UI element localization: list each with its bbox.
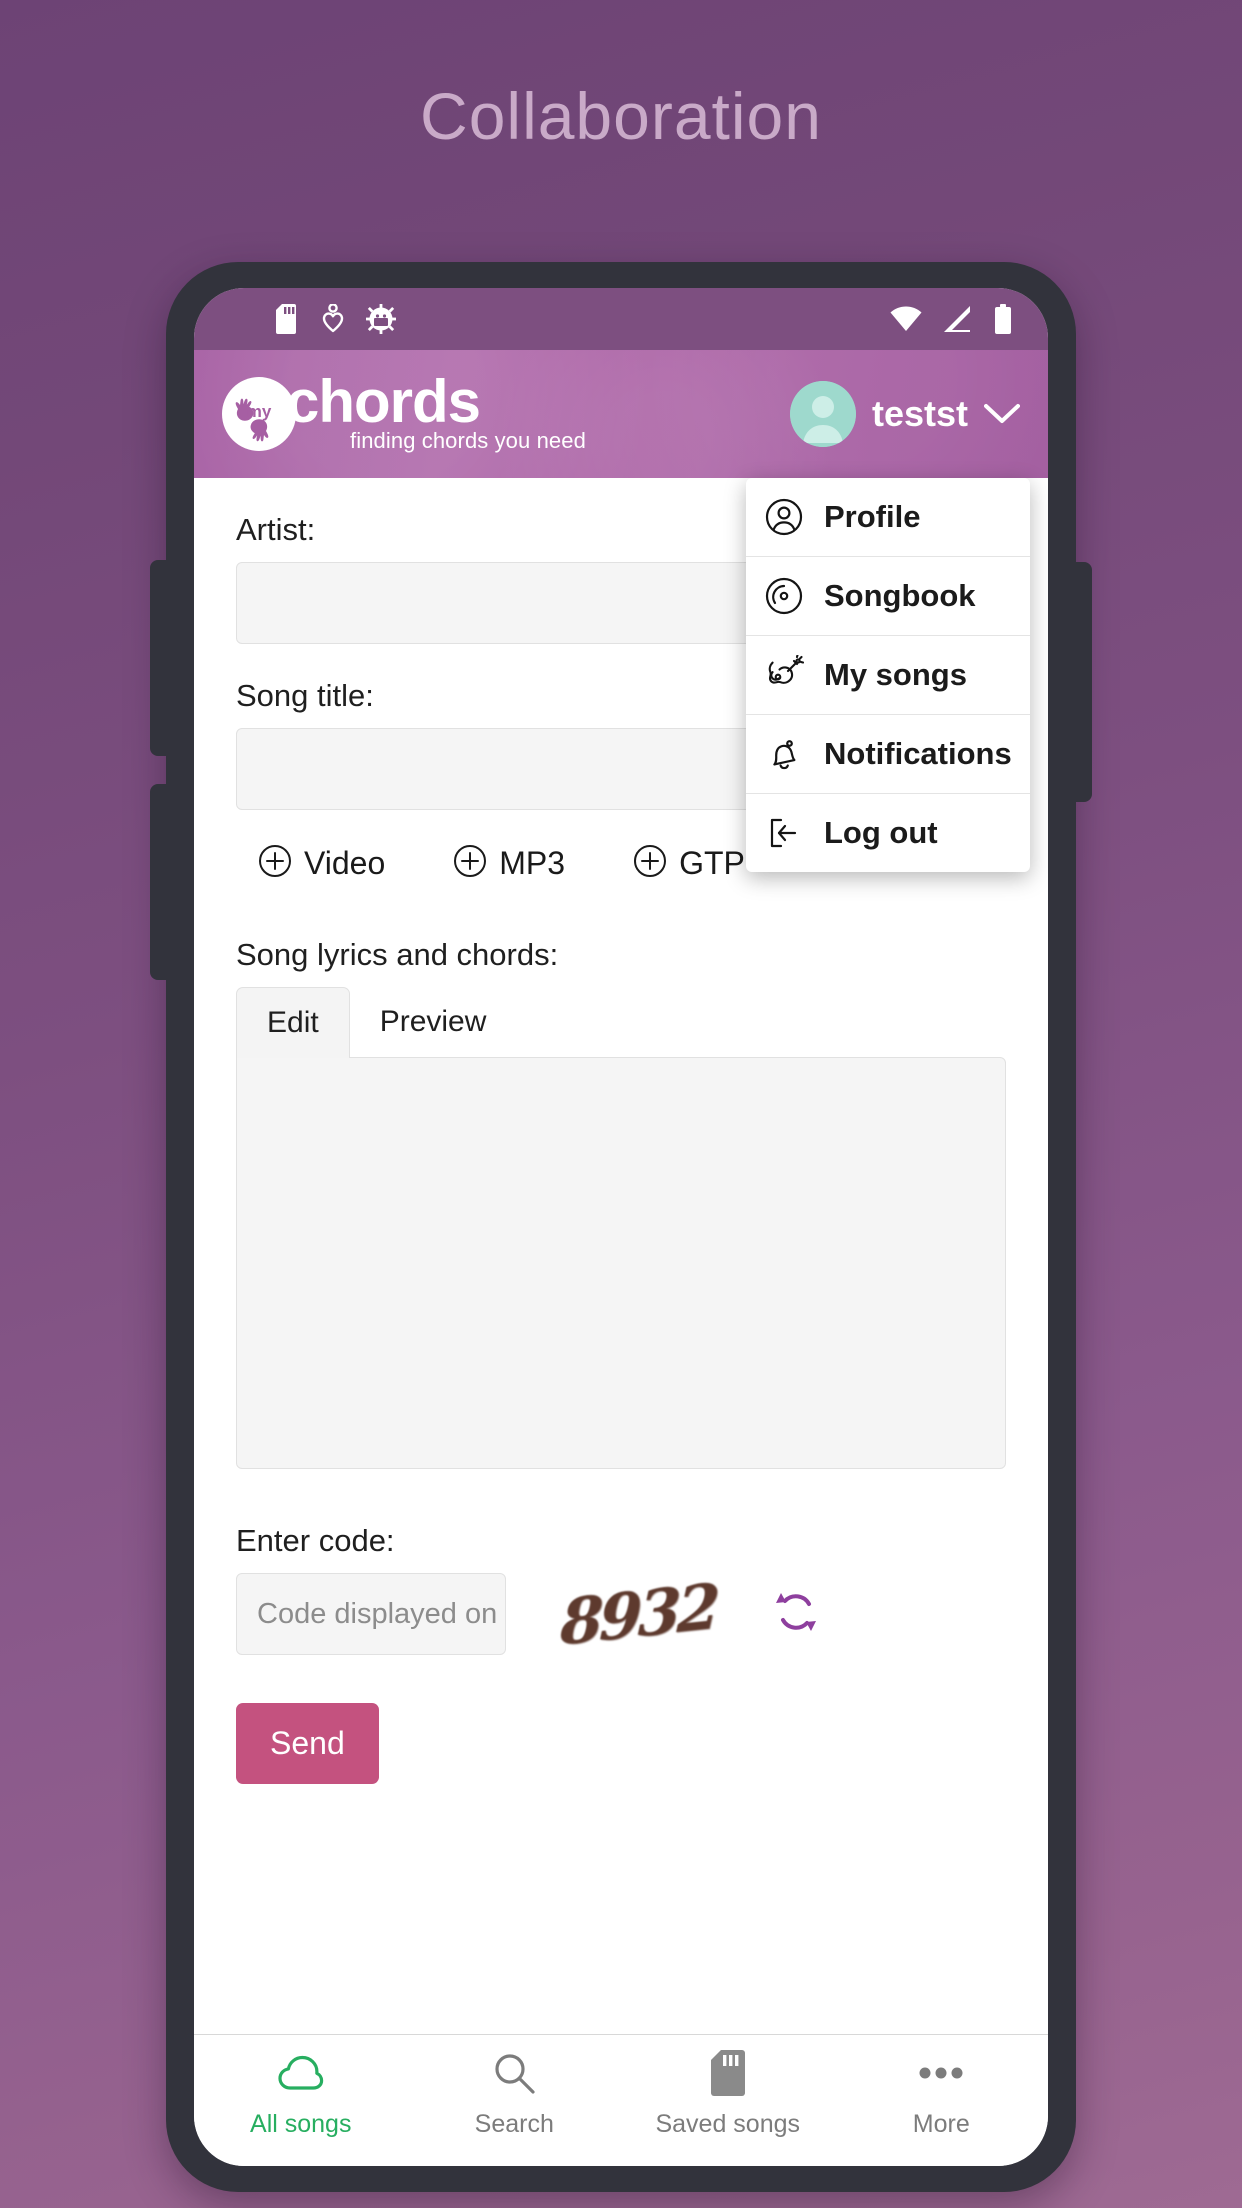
status-bar [194,288,1048,350]
bottom-navigation: All songs Search Saved songs More [194,2034,1048,2166]
mychords-hands-logo-icon: my [222,377,296,451]
app-logo-name: chords [286,368,481,436]
signal-icon [944,306,972,332]
captcha-input-placeholder: Code displayed on [257,1597,498,1630]
page-title: Collaboration [420,79,822,153]
username-label: testst [871,393,968,434]
nav-label: More [912,2110,970,2138]
editor-tabs: Edit Preview [236,987,1006,1058]
nav-item-saved-songs[interactable]: Saved songs [621,2048,835,2139]
nav-item-more[interactable]: More [835,2048,1049,2139]
menu-item-my-songs[interactable]: My songs [746,636,1030,715]
user-circle-icon [764,497,804,537]
chevron-down-icon[interactable] [984,403,1020,425]
battery-icon [994,304,1012,334]
tab-edit[interactable]: Edit [236,987,350,1058]
menu-item-songbook[interactable]: Songbook [746,557,1030,636]
volume-down-button[interactable] [150,784,170,980]
send-button[interactable]: Send [236,1703,379,1784]
add-gtp-button[interactable]: GTP [633,844,745,883]
cloud-icon [277,2048,325,2098]
app-logo[interactable]: my chords finding chords you need [222,368,586,453]
plus-circle-icon [633,844,667,883]
nav-label: Search [474,2110,554,2138]
lyrics-label: Song lyrics and chords: [236,937,559,972]
captcha-code-input[interactable]: Code displayed on [236,1573,506,1655]
attachment-label: MP3 [499,845,566,881]
nav-label: Saved songs [655,2110,801,2138]
menu-item-label: Songbook [824,578,976,613]
refresh-icon [773,1589,819,1640]
wifi-icon [890,306,922,332]
logout-icon [764,813,804,853]
attachment-label: GTP [679,845,745,881]
phone-frame: my chords finding chords you need testst [150,262,1092,2192]
sd-card-icon [710,2048,745,2098]
enter-code-label: Enter code: [236,1523,395,1558]
nav-item-search[interactable]: Search [408,2048,622,2139]
bell-icon [764,734,804,774]
menu-item-label: Profile [824,499,921,534]
sd-card-icon [276,304,300,334]
heart-icon [322,304,344,334]
ellipsis-icon [918,2048,964,2098]
status-bar-right-icons [890,304,1012,334]
app-logo-text: chords finding chords you need [286,368,586,453]
app-logo-tagline: finding chords you need [350,427,586,453]
lyrics-editor-textarea[interactable] [236,1057,1006,1469]
nav-label: All songs [250,2110,352,2138]
menu-item-log-out[interactable]: Log out [746,794,1030,872]
power-button[interactable] [1072,562,1092,802]
plus-circle-icon [453,844,487,883]
tab-preview[interactable]: Preview [350,987,517,1057]
user-avatar-icon [789,381,856,447]
add-video-button[interactable]: Video [258,844,385,883]
svg-text:my: my [247,402,272,421]
refresh-captcha-button[interactable] [770,1588,822,1640]
attachment-label: Video [304,845,386,881]
menu-item-label: My songs [824,657,967,692]
app-header: my chords finding chords you need testst [194,350,1048,478]
nav-item-all-songs[interactable]: All songs [194,2048,408,2139]
phone-screen: my chords finding chords you need testst [194,288,1048,2166]
search-icon [492,2048,536,2098]
captcha-image: 8932 [558,1569,718,1659]
plus-circle-icon [258,844,292,883]
android-gear-icon [366,304,396,334]
menu-item-label: Notifications [824,736,1012,771]
captcha-text: 8932 [558,1568,718,1660]
guitar-icon [764,655,804,695]
menu-item-notifications[interactable]: Notifications [746,715,1030,794]
vinyl-disc-icon [764,576,804,616]
menu-item-label: Log out [824,815,938,850]
add-mp3-button[interactable]: MP3 [453,844,565,883]
captcha-row: Code displayed on 8932 [236,1569,1006,1659]
user-dropdown-menu[interactable]: Profile Songbook My songs Notifications … [746,478,1030,872]
user-menu-trigger[interactable]: testst [789,381,1020,447]
status-bar-left-icons [276,304,396,334]
menu-item-profile[interactable]: Profile [746,478,1030,557]
volume-up-button[interactable] [150,560,170,756]
